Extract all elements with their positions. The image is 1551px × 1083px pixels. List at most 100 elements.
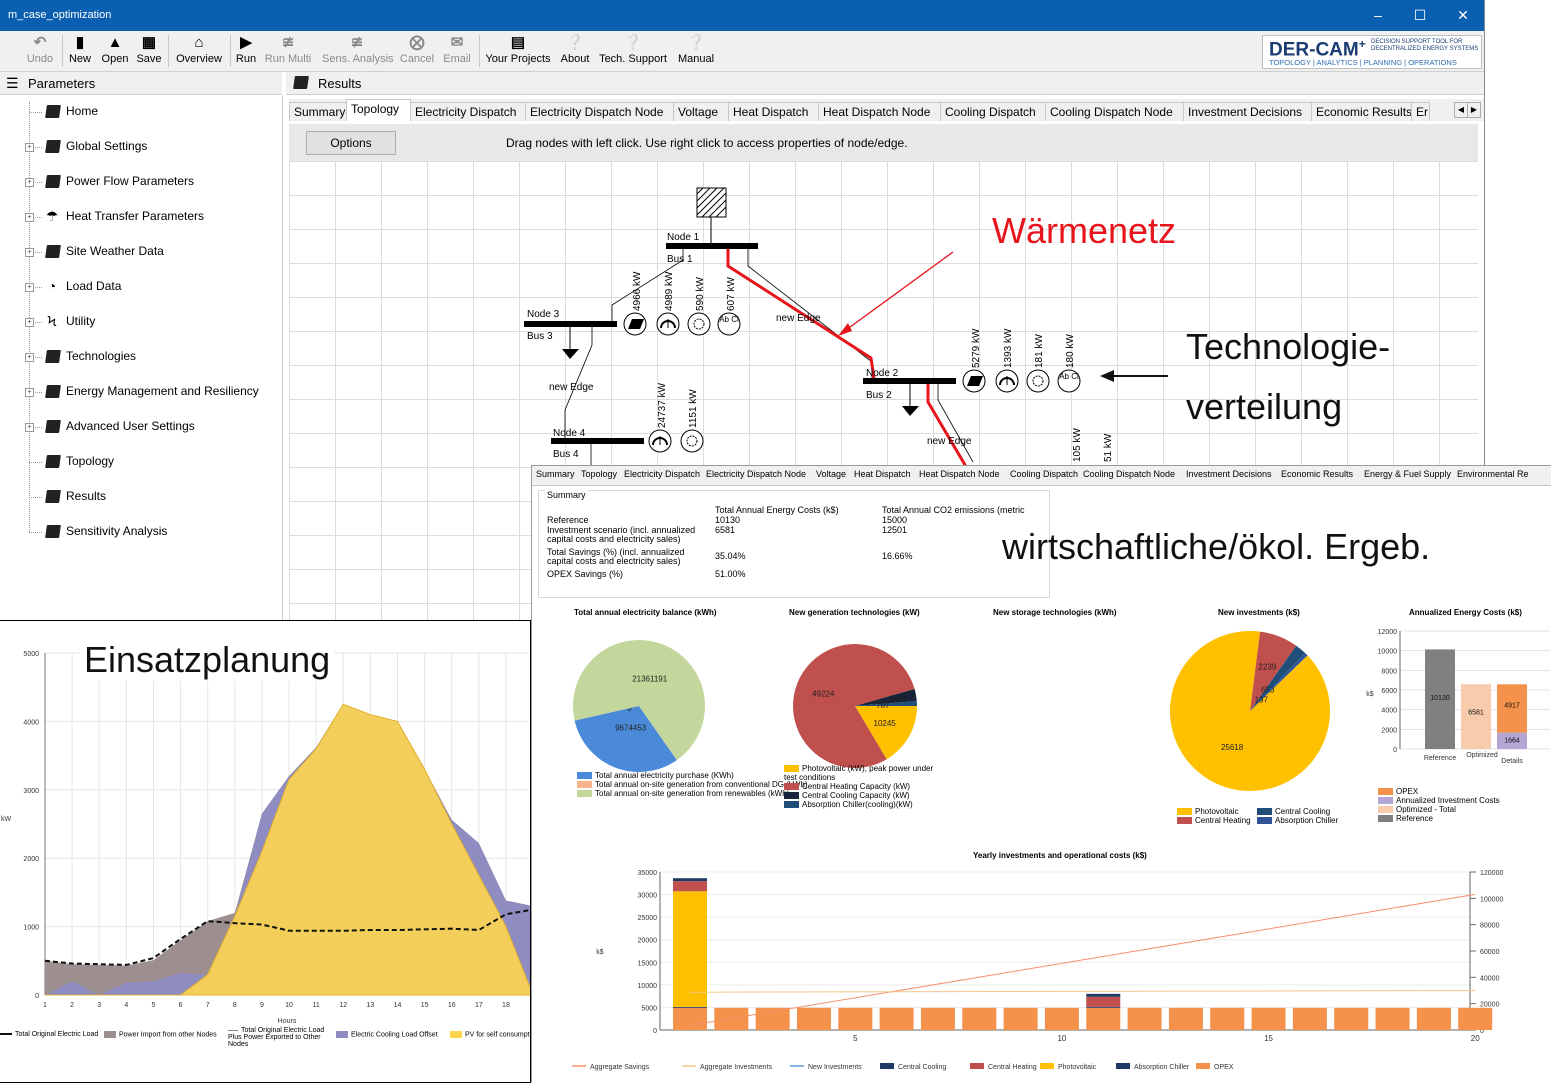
summary-tabs: Summary Topology Electricity Dispatch Elect… (532, 466, 1551, 486)
area-chart-dispatch: 0100020003000400050001 2 3 4 5 6 7 8 9 10 11 12 13 14… (1, 651, 530, 1025)
tree-item-sensitivity-analysis[interactable]: Sensitivity Analysis (66, 524, 167, 538)
tick-label: 0 (35, 993, 39, 1000)
overview-button[interactable]: ⌂ Overview (173, 33, 225, 69)
tree-expand-icon[interactable]: + (25, 423, 34, 432)
tree-expand-icon[interactable]: + (25, 388, 34, 397)
maximize-icon[interactable]: ☐ (1410, 6, 1430, 24)
manual-button[interactable]: ❔ Manual (675, 33, 717, 69)
tree-item-power-flow-parameters[interactable]: Power Flow Parameters (66, 174, 194, 188)
tick-label: 20 (1471, 1034, 1480, 1043)
tab-cooling-dispatch-node[interactable]: Cooling Dispatch Node (1045, 102, 1184, 121)
minimize-icon[interactable]: – (1368, 6, 1388, 24)
tab-summary[interactable]: Summary (289, 102, 347, 121)
tree-item-global-settings[interactable]: Global Settings (66, 139, 147, 153)
tick-label: 6000 (1381, 688, 1397, 695)
tick-label: 5 (152, 1002, 156, 1009)
summary-tab-summary[interactable]: Summary (536, 469, 575, 479)
summary-tab-voltage[interactable]: Voltage (816, 469, 846, 479)
tree-item-energy-management-and-resiliency[interactable]: Energy Management and Resiliency (66, 384, 259, 398)
tree-item-heat-transfer-parameters[interactable]: Heat Transfer Parameters (66, 209, 204, 223)
options-button[interactable]: Options (306, 131, 396, 155)
summary-tab-economic-results[interactable]: Economic Results (1281, 469, 1353, 479)
tree-expand-icon[interactable]: + (25, 283, 34, 292)
book-icon (293, 76, 309, 89)
chart-title: New storage technologies (kWh) (993, 608, 1117, 617)
summary-tab-cooling-dispatch-node[interactable]: Cooling Dispatch Node (1083, 469, 1175, 479)
summary-table: Summary Total Annual Energy Costs (k$) T… (538, 490, 1050, 598)
bar (1375, 1007, 1410, 1030)
bar (1210, 1007, 1245, 1030)
chart-line-icon: ≇ (281, 34, 295, 51)
book-icon (45, 245, 61, 258)
tree-item-home[interactable]: Home (66, 104, 98, 118)
summary-tab-cooling-dispatch[interactable]: Cooling Dispatch (1010, 469, 1078, 479)
toolbar-separator (168, 35, 169, 67)
tech-support-button[interactable]: ❔ Tech. Support (597, 33, 669, 69)
summary-tab-electricity-dispatch[interactable]: Electricity Dispatch (624, 469, 700, 479)
save-button[interactable]: ▦ Save (135, 33, 163, 69)
tree-expand-icon[interactable]: + (25, 318, 34, 327)
tree-item-utility[interactable]: Utility (66, 314, 95, 328)
cancel-button[interactable]: ⨂ Cancel (398, 33, 436, 69)
your-projects-button[interactable]: ▤ Your Projects (484, 33, 552, 69)
tab-heat-dispatch-node[interactable]: Heat Dispatch Node (818, 102, 941, 121)
summary-tab-environmental-re[interactable]: Environmental Re (1457, 469, 1529, 479)
data-label: 9674453 (615, 724, 647, 733)
open-button[interactable]: ▲ Open (99, 33, 131, 69)
tab-electricity-dispatch[interactable]: Electricity Dispatch (410, 102, 526, 121)
tree-item-results[interactable]: Results (66, 489, 106, 503)
summary-tab-investment-decisions[interactable]: Investment Decisions (1186, 469, 1272, 479)
tree-expand-icon[interactable]: + (25, 213, 34, 222)
tab-voltage[interactable]: Voltage (673, 102, 729, 121)
chart-title: Total annual electricity balance (kWh) (574, 608, 717, 617)
tree-item-technologies[interactable]: Technologies (66, 349, 136, 363)
tick-label: Optimized (1466, 752, 1498, 759)
tab-scroll-right-icon[interactable]: ▶ (1467, 102, 1481, 118)
summary-tab-heat-dispatch[interactable]: Heat Dispatch (854, 469, 911, 479)
tree-item-topology[interactable]: Topology (66, 454, 114, 468)
tree-item-load-data[interactable]: Load Data (66, 279, 121, 293)
bar (1086, 996, 1121, 1007)
tree-expand-icon[interactable]: + (25, 353, 34, 362)
run-button[interactable]: ▶ Run (234, 33, 258, 69)
email-button[interactable]: ✉ Email (441, 33, 473, 69)
legend-label: New Investments (808, 1064, 862, 1071)
summary-tab-heat-dispatch-node[interactable]: Heat Dispatch Node (919, 469, 1000, 479)
tick-label: 10000 (638, 983, 658, 990)
tab-economic-results[interactable]: Economic Results (1311, 102, 1412, 121)
summary-tab-energy-fuel-supply[interactable]: Energy & Fuel Supply (1364, 469, 1451, 479)
summary-tab-electricity-dispatch-node[interactable]: Electricity Dispatch Node (706, 469, 806, 479)
run-multi-button[interactable]: ≇ Run Multi (262, 33, 314, 69)
tab-cooling-dispatch[interactable]: Cooling Dispatch (940, 102, 1046, 121)
tree-item-advanced-user-settings[interactable]: Advanced User Settings (66, 419, 195, 433)
der-cam-logo: DER-CAM+ DECISION SUPPORT TOOL FOR DECEN… (1262, 35, 1482, 69)
tick-label: 15 (421, 1002, 429, 1009)
about-button[interactable]: ❔ About (557, 33, 593, 69)
new-button[interactable]: ▮ New (66, 33, 94, 69)
tree-expand-icon[interactable]: + (25, 143, 34, 152)
undo-button[interactable]: ↶ Undo (24, 33, 56, 69)
tick-label: 7 (206, 1002, 210, 1009)
tree-expand-icon[interactable]: + (25, 248, 34, 257)
tab-er[interactable]: Er (1411, 102, 1430, 121)
tree-guide-line (29, 532, 42, 533)
bar (1086, 1007, 1121, 1030)
tab-topology[interactable]: Topology (346, 99, 411, 121)
close-icon[interactable]: ✕ (1453, 6, 1473, 24)
legend-label: Aggregate Savings (590, 1064, 650, 1071)
tree-expand-icon[interactable]: + (25, 178, 34, 187)
tree-item-site-weather-data[interactable]: Site Weather Data (66, 244, 164, 258)
tab-scroll-left-icon[interactable]: ◀ (1454, 102, 1468, 118)
tab-investment-decisions[interactable]: Investment Decisions (1183, 102, 1312, 121)
question-icon: ❔ (686, 34, 706, 51)
summary-tab-topology[interactable]: Topology (581, 469, 617, 479)
tick-label: 100000 (1480, 896, 1503, 903)
tick-label: 4 (124, 1002, 128, 1009)
sens-analysis-button[interactable]: ≇ Sens. Analysis (322, 33, 394, 69)
toolbar-separator (230, 35, 231, 67)
tab-electricity-dispatch-node[interactable]: Electricity Dispatch Node (525, 102, 674, 121)
tab-heat-dispatch[interactable]: Heat Dispatch (728, 102, 819, 121)
bar (1003, 1007, 1038, 1030)
tick-label: 2000 (23, 856, 39, 863)
bar (1416, 1007, 1451, 1030)
